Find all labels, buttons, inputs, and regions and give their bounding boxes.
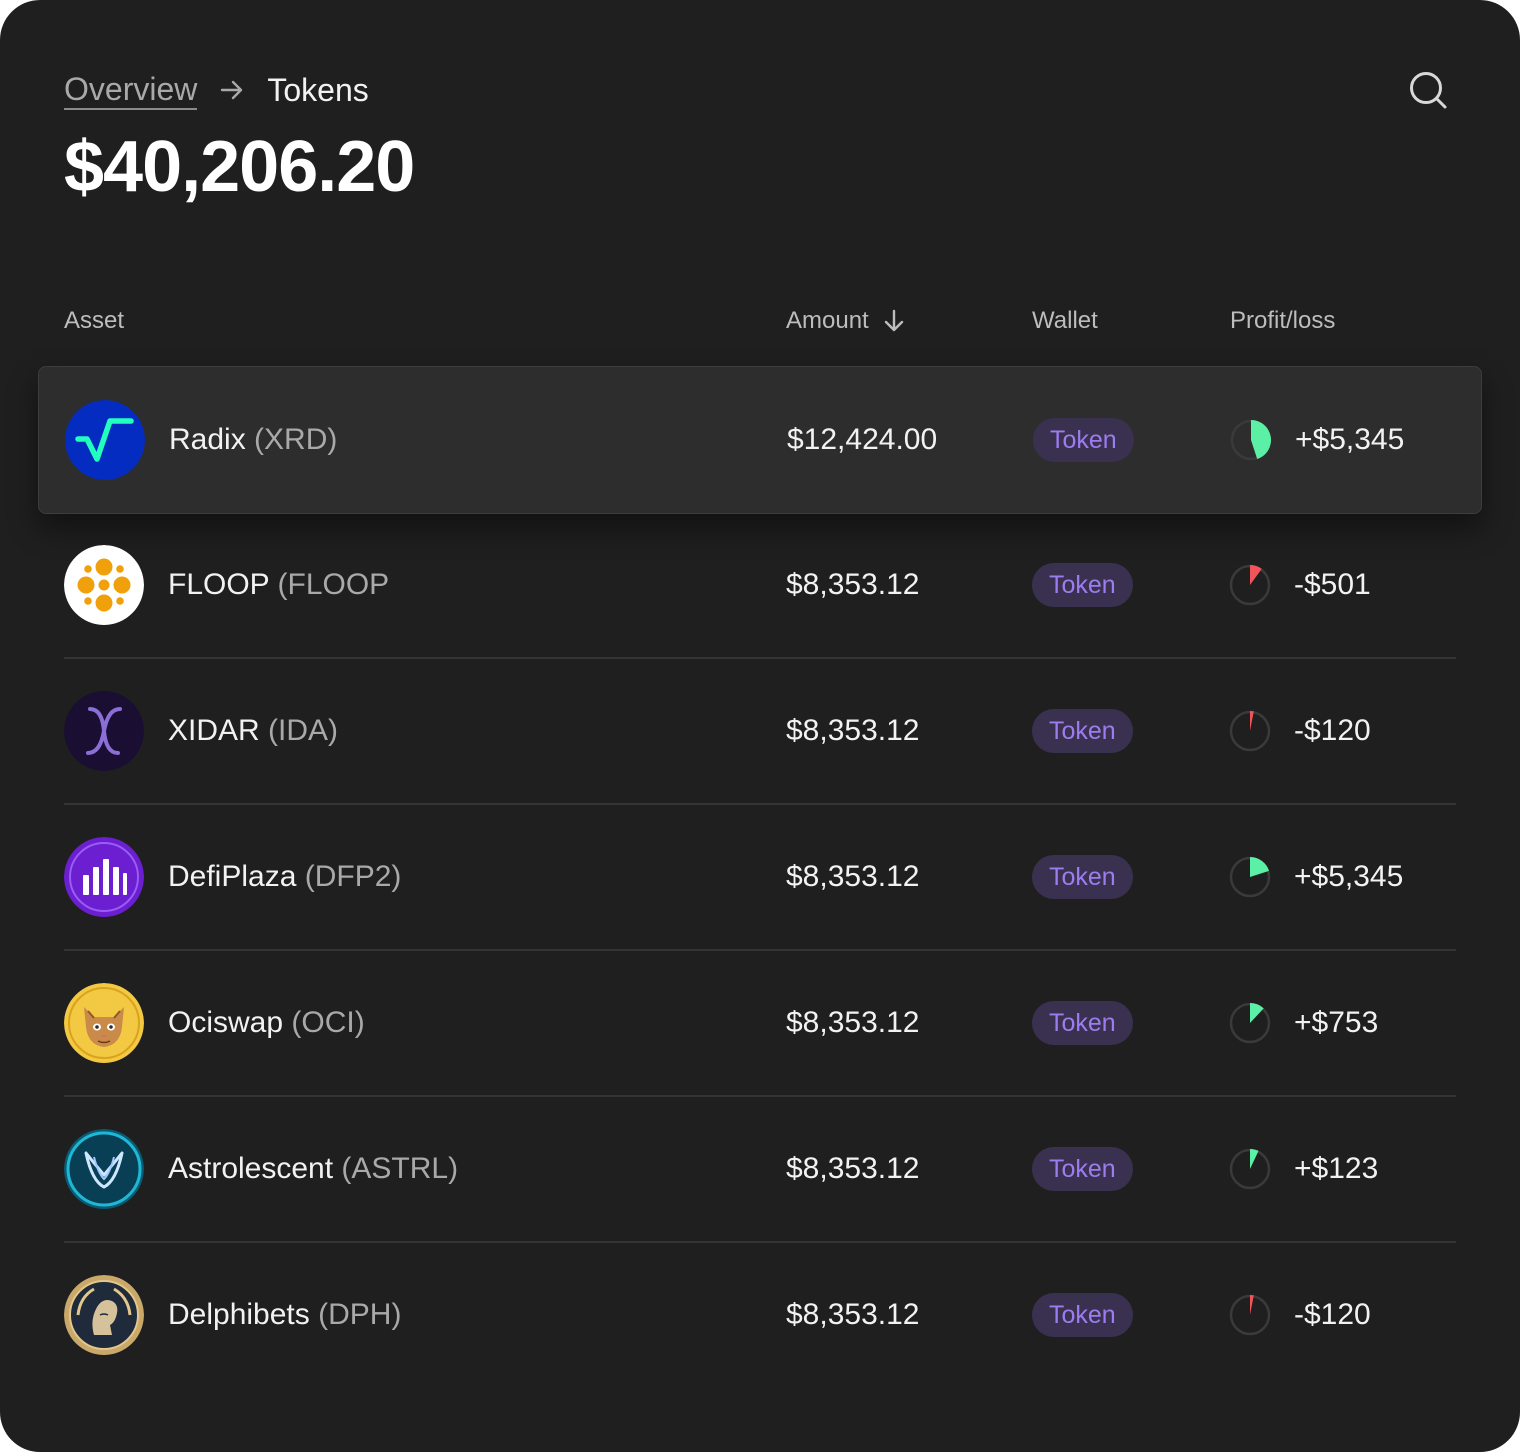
table-row[interactable]: Ociswap (OCI) $8,353.12 Token +$753 xyxy=(0,950,1520,1096)
column-header-profit-loss: Profit/loss xyxy=(1230,307,1336,334)
xidar-logo-icon xyxy=(64,691,144,771)
asset-ticker: (OCI) xyxy=(291,1006,365,1039)
search-icon xyxy=(1410,72,1447,109)
profit-pie-icon xyxy=(1229,856,1271,898)
profit-pie-icon xyxy=(1229,564,1271,606)
ociswap-logo-icon xyxy=(64,983,144,1063)
tokens-panel: Overview Tokens $40,206.20 Asset Amount … xyxy=(0,0,1520,1452)
delphibets-logo-icon xyxy=(64,1275,144,1355)
breadcrumb: Overview Tokens xyxy=(64,68,369,112)
profit-pie-icon xyxy=(1230,419,1272,461)
profit-pie-icon xyxy=(1229,1002,1271,1044)
breadcrumb-overview-link[interactable]: Overview xyxy=(64,70,198,110)
profit-loss-value: -$120 xyxy=(1294,714,1371,747)
profit-loss-value: +$123 xyxy=(1294,1152,1379,1185)
asset-name: Radix xyxy=(169,423,246,456)
pie-wedge xyxy=(1250,711,1254,731)
asset-amount: $8,353.12 xyxy=(786,714,920,747)
asset-name: Delphibets xyxy=(168,1298,310,1331)
search-button[interactable] xyxy=(1404,66,1452,114)
profit-pie-icon xyxy=(1229,1148,1271,1190)
pie-wedge xyxy=(1250,565,1262,585)
column-header-amount-label: Amount xyxy=(786,307,869,334)
asset-ticker: (ASTRL) xyxy=(341,1152,459,1185)
asset-name: XIDAR xyxy=(168,714,260,747)
column-header-asset: Asset xyxy=(64,307,125,334)
profit-pie-icon xyxy=(1229,1294,1271,1336)
asset-amount: $8,353.12 xyxy=(786,860,920,893)
column-header-amount[interactable]: Amount xyxy=(786,305,907,337)
pie-wedge xyxy=(1250,1295,1254,1315)
arrow-down-icon xyxy=(884,309,903,332)
profit-loss-value: -$501 xyxy=(1294,568,1371,601)
profit-loss-value: +$5,345 xyxy=(1295,423,1405,456)
table-row[interactable]: Astrolescent (ASTRL) $8,353.12 Token +$1… xyxy=(0,1096,1520,1242)
wallet-badge: Token xyxy=(1032,709,1133,753)
profit-pie-icon xyxy=(1229,710,1271,752)
astrolescent-logo-icon xyxy=(64,1129,144,1209)
wallet-badge: Token xyxy=(1032,563,1133,607)
pie-wedge xyxy=(1250,1149,1259,1169)
asset-amount: $8,353.12 xyxy=(786,568,920,601)
column-header-wallet: Wallet xyxy=(1032,307,1098,334)
table-row[interactable]: DefiPlaza (DFP2) $8,353.12 Token +$5,345 xyxy=(0,804,1520,950)
arrow-right-icon xyxy=(219,77,245,103)
asset-name: DefiPlaza xyxy=(168,860,297,893)
asset-ticker: (FLOOP xyxy=(277,568,390,601)
defiplaza-logo-icon xyxy=(64,837,144,917)
asset-amount: $8,353.12 xyxy=(786,1152,920,1185)
wallet-badge: Token xyxy=(1032,1001,1133,1045)
portfolio-total: $40,206.20 xyxy=(64,127,415,207)
floop-logo-icon xyxy=(64,545,144,625)
profit-loss-value: -$120 xyxy=(1294,1298,1371,1331)
asset-amount: $8,353.12 xyxy=(786,1006,920,1039)
asset-ticker: (DPH) xyxy=(318,1298,402,1331)
asset-amount: $8,353.12 xyxy=(786,1298,920,1331)
wallet-badge: Token xyxy=(1032,855,1133,899)
wallet-badge: Token xyxy=(1032,1147,1133,1191)
pie-wedge xyxy=(1250,857,1270,877)
profit-loss-value: +$5,345 xyxy=(1294,860,1404,893)
table-row[interactable]: Delphibets (DPH) $8,353.12 Token -$120 xyxy=(0,1242,1520,1388)
wallet-badge: Token xyxy=(1033,418,1134,462)
asset-ticker: (DFP2) xyxy=(304,860,402,893)
asset-name: FLOOP xyxy=(168,568,270,601)
pie-wedge xyxy=(1251,420,1271,460)
asset-name: Astrolescent xyxy=(168,1152,334,1185)
radix-logo-icon xyxy=(65,400,145,480)
table-row[interactable]: Radix (XRD) $12,424.00 Token +$5,345 xyxy=(38,366,1482,514)
table-row[interactable]: XIDAR (IDA) $8,353.12 Token -$120 xyxy=(0,658,1520,804)
asset-ticker: (IDA) xyxy=(268,714,339,747)
wallet-badge: Token xyxy=(1032,1293,1133,1337)
table-row[interactable]: FLOOP (FLOOP $8,353.12 Token -$501 xyxy=(0,512,1520,658)
asset-name: Ociswap xyxy=(168,1006,284,1039)
breadcrumb-current: Tokens xyxy=(267,72,369,108)
asset-ticker: (XRD) xyxy=(254,423,338,456)
profit-loss-value: +$753 xyxy=(1294,1006,1379,1039)
asset-amount: $12,424.00 xyxy=(787,423,938,456)
pie-wedge xyxy=(1250,1003,1264,1023)
